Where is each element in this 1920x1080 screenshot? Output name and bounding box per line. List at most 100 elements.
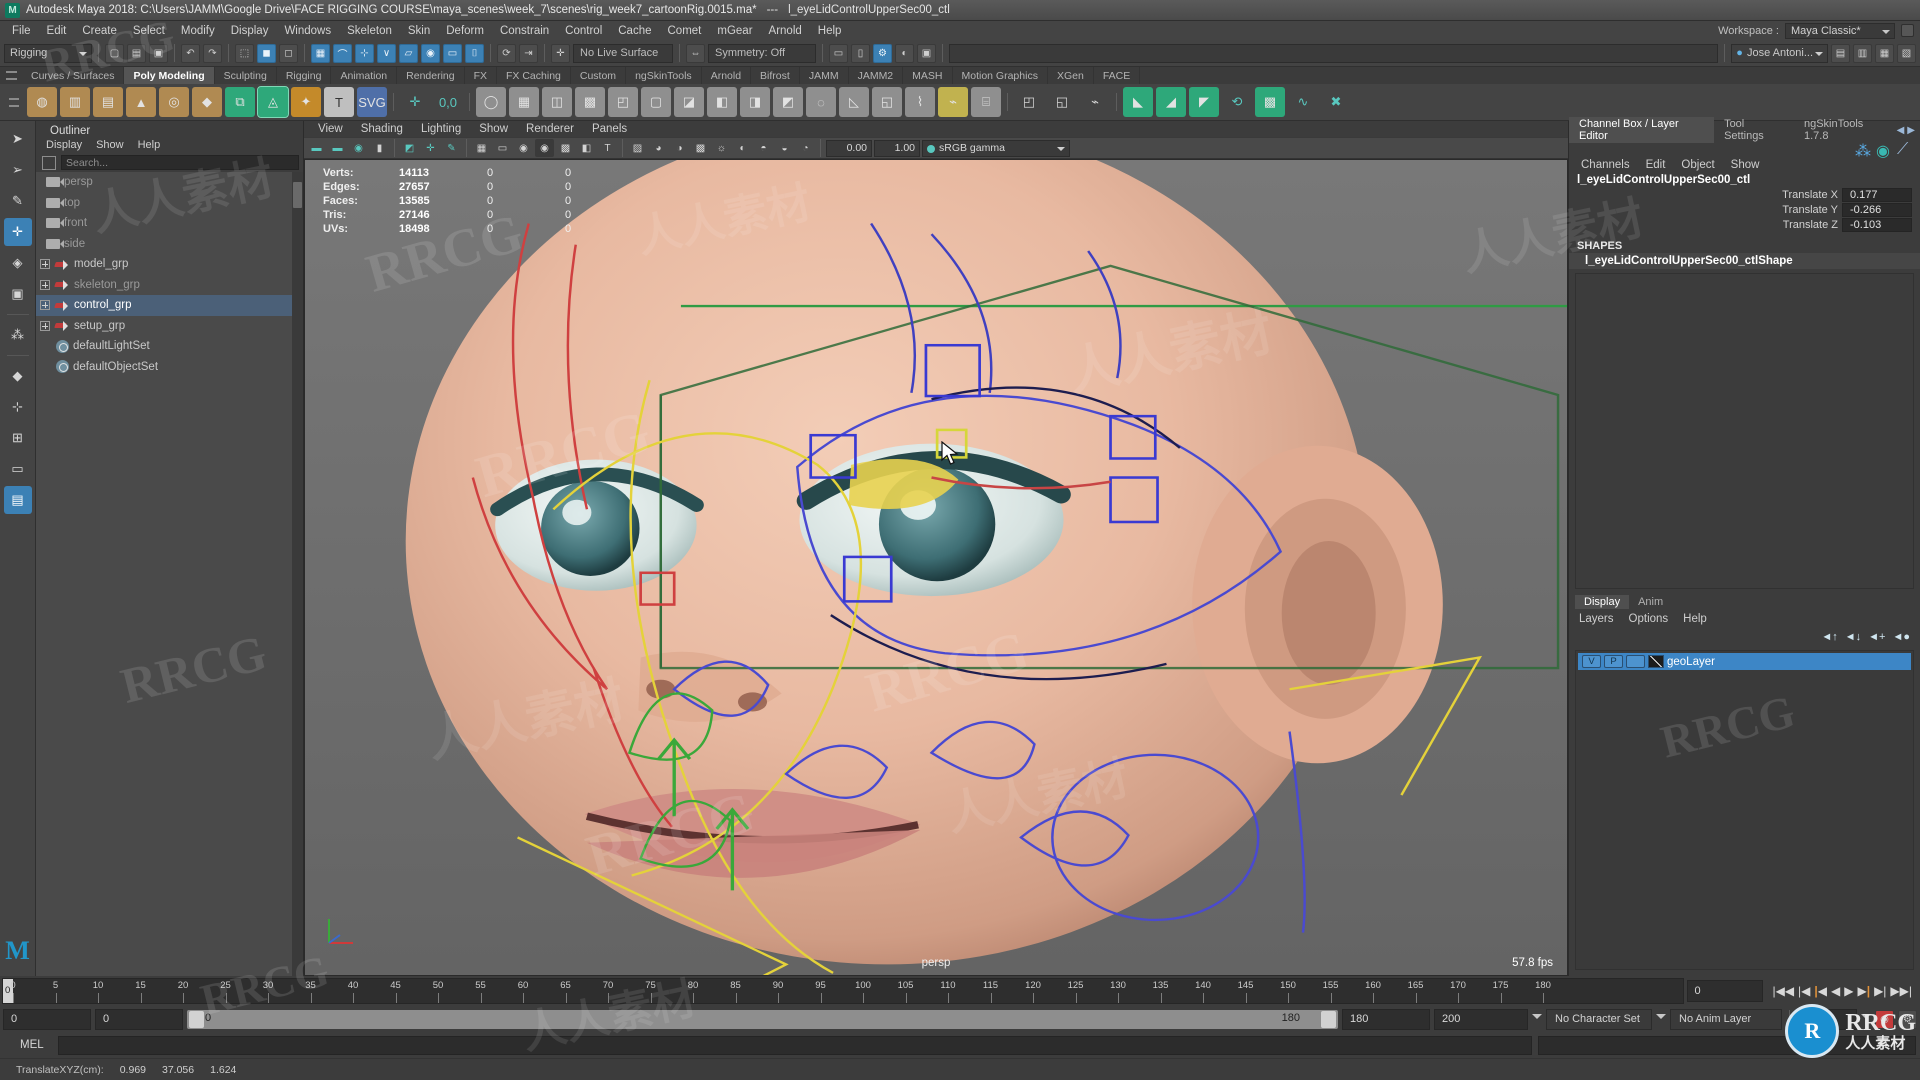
menu-item-constrain[interactable]: Constrain	[492, 23, 557, 39]
viewport-menu-shading[interactable]: Shading	[361, 123, 403, 135]
paint-weights-icon[interactable]: ◰	[1014, 87, 1044, 117]
step-forward-frame-icon[interactable]: ▶|	[1857, 984, 1870, 998]
append-icon[interactable]: ◩	[773, 87, 803, 117]
smooth-mesh-icon[interactable]: ◌	[806, 87, 836, 117]
menu-item-display[interactable]: Display	[223, 23, 277, 39]
resolution-gate-icon[interactable]: ◉	[514, 139, 533, 157]
retopologize-icon[interactable]: ▩	[1255, 87, 1285, 117]
render-view-icon[interactable]: ▣	[917, 43, 936, 63]
outliner-menu-show[interactable]: Show	[96, 139, 124, 151]
gate-mask-icon[interactable]: ◉	[535, 139, 554, 157]
shelf-tab-arnold[interactable]: Arnold	[702, 67, 752, 84]
channel-row-translate-z[interactable]: Translate Z -0.103	[1783, 218, 1912, 232]
make-live-icon[interactable]: ✛	[551, 43, 570, 63]
use-all-lights-icon[interactable]: ☼	[712, 139, 731, 157]
soft-modification-icon[interactable]: ◆	[4, 362, 32, 390]
tab-scroll-right-icon[interactable]: ▶	[1907, 125, 1915, 136]
paint-select-tool-icon[interactable]: ✎	[4, 187, 32, 215]
input-connections-icon[interactable]: ⇥	[519, 43, 538, 63]
connect-icon[interactable]: ⌁	[1080, 87, 1110, 117]
separate-icon[interactable]: ◬	[257, 86, 289, 118]
play-backwards-icon[interactable]: ◀	[1831, 984, 1840, 998]
svg-icon[interactable]: SVG	[357, 87, 387, 117]
shelf-tab-face[interactable]: FACE	[1094, 67, 1141, 84]
wireframe-shading-icon[interactable]: ▨	[628, 139, 647, 157]
poly-sphere-icon[interactable]: ◍	[27, 87, 57, 117]
ipr-render-icon[interactable]: ▯	[851, 43, 870, 63]
shelf-tab-animation[interactable]: Animation	[331, 67, 398, 84]
range-start-handle[interactable]	[189, 1010, 204, 1028]
open-scene-icon[interactable]: ▤	[127, 43, 146, 63]
channel-box-menu-edit[interactable]: Edit	[1646, 159, 1666, 171]
outliner-menu-help[interactable]: Help	[138, 139, 161, 151]
menu-item-cache[interactable]: Cache	[610, 23, 659, 39]
poly-plane-icon[interactable]: ◆	[192, 87, 222, 117]
step-back-frame-icon[interactable]: |◀	[1814, 984, 1827, 998]
move-layer-down-icon[interactable]: ◄↓	[1845, 631, 1861, 643]
channel-box-menu-object[interactable]: Object	[1681, 159, 1714, 171]
shelf-tab-xgen[interactable]: XGen	[1048, 67, 1094, 84]
outliner-item-top[interactable]: top	[36, 193, 303, 214]
tab-scroll-left-icon[interactable]: ◀	[1897, 125, 1905, 136]
outliner-item-front[interactable]: front	[36, 213, 303, 234]
menu-item-create[interactable]: Create	[74, 23, 125, 39]
snap-point-icon[interactable]: ⊹	[355, 43, 374, 63]
multisample-aa-icon[interactable]: ◔	[796, 139, 815, 157]
camera-attributes-icon[interactable]: ◉	[349, 139, 368, 157]
graph-editor-icon[interactable]: ⟋	[1897, 141, 1912, 158]
range-end-handle[interactable]	[1321, 1010, 1336, 1028]
menu-item-windows[interactable]: Windows	[276, 23, 339, 39]
shelf-tab-bifrost[interactable]: Bifrost	[751, 67, 800, 84]
new-scene-icon[interactable]: ▢	[105, 43, 124, 63]
undo-icon[interactable]: ↶	[181, 43, 200, 63]
go-to-end-icon[interactable]: ▶▶|	[1890, 984, 1912, 998]
color-management-selector[interactable]: sRGB gamma	[922, 139, 1070, 157]
booleans-icon[interactable]: ✦	[291, 87, 321, 117]
sculpt-tools-icon[interactable]: ∿	[1288, 87, 1318, 117]
two-d-pan-zoom-icon[interactable]: ✛	[421, 139, 440, 157]
menu-item-control[interactable]: Control	[557, 23, 610, 39]
snap-curve-icon[interactable]: ⌒	[333, 43, 352, 63]
crease-icon[interactable]: ⌇	[905, 87, 935, 117]
channel-box-shape-name[interactable]: l_eyeLidControlUpperSec00_ctlShape	[1569, 253, 1920, 269]
channel-box-menu-channels[interactable]: Channels	[1581, 159, 1630, 171]
anim-layer-caret-icon[interactable]	[1656, 1014, 1666, 1024]
expand-icon[interactable]	[40, 259, 50, 270]
poly-cylinder-icon[interactable]: ▤	[93, 87, 123, 117]
lock-layout-icon[interactable]	[1901, 24, 1914, 37]
channel-box-toggle-icon[interactable]: ▧	[1897, 43, 1916, 63]
character-set-caret-icon[interactable]	[1532, 1014, 1542, 1024]
shadows-icon[interactable]: ◐	[733, 139, 752, 157]
viewport-menu-lighting[interactable]: Lighting	[421, 123, 461, 135]
last-tool-used-icon[interactable]: ⊞	[4, 424, 32, 452]
outliner-item-model-grp[interactable]: model_grp	[36, 254, 303, 275]
channel-value[interactable]: -0.103	[1842, 218, 1912, 232]
workspace-selector[interactable]: Maya Classic*	[1785, 22, 1895, 39]
exposure-field[interactable]: 0.00	[826, 139, 872, 157]
outliner-item-side[interactable]: side	[36, 234, 303, 255]
redo-icon[interactable]: ↷	[203, 43, 222, 63]
uv-editor-icon[interactable]: ✛	[400, 87, 430, 117]
hypershade-icon[interactable]: ◐	[895, 43, 914, 63]
channel-box-menu-show[interactable]: Show	[1731, 159, 1760, 171]
select-by-component-icon[interactable]: ◻	[279, 43, 298, 63]
mirror-geometry-icon[interactable]: ⟲	[1222, 87, 1252, 117]
menu-item-modify[interactable]: Modify	[173, 23, 223, 39]
shaded-wireframe-icon[interactable]: ◑	[670, 139, 689, 157]
image-plane-icon[interactable]: ◩	[400, 139, 419, 157]
shelf-tab-fx-caching[interactable]: FX Caching	[497, 67, 571, 84]
gamma-field[interactable]: 1.00	[874, 139, 920, 157]
range-end-time-field[interactable]: 180	[1342, 1008, 1430, 1030]
textured-icon[interactable]: ▩	[691, 139, 710, 157]
text-icon[interactable]: T	[324, 87, 354, 117]
shelf-tab-motion-graphics[interactable]: Motion Graphics	[953, 67, 1048, 84]
universal-manipulator-icon[interactable]: ⁂	[4, 321, 32, 349]
menu-item-skeleton[interactable]: Skeleton	[339, 23, 400, 39]
shelf-tab-rigging[interactable]: Rigging	[277, 67, 332, 84]
shelf-tab-custom[interactable]: Custom	[571, 67, 627, 84]
scale-tool-icon[interactable]: ▣	[4, 280, 32, 308]
bevel-icon[interactable]: ◰	[608, 87, 638, 117]
tool-settings-toggle-icon[interactable]: ▦	[1875, 43, 1894, 63]
snap-live-icon[interactable]: ◉	[421, 43, 440, 63]
tab-scroll-arrows[interactable]: ◀ ▶	[1897, 125, 1920, 136]
